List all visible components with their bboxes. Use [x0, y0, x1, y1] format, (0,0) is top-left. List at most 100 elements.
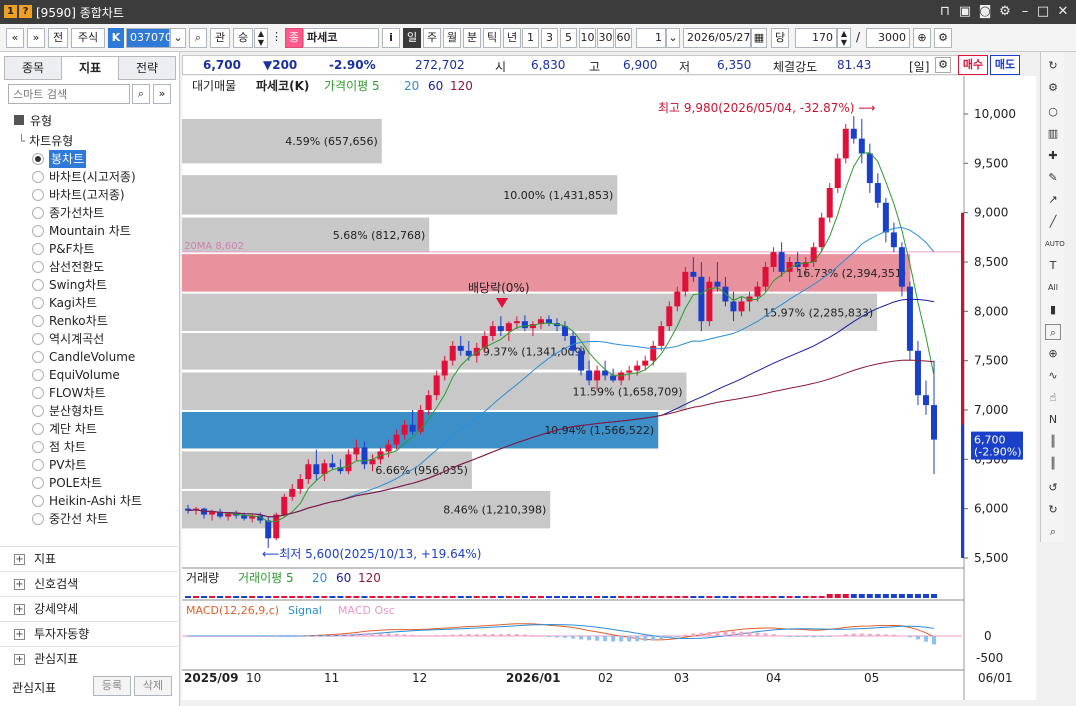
crosshair-icon[interactable]: ✚	[1045, 148, 1061, 164]
radio-button[interactable]	[32, 387, 44, 399]
tab-stock[interactable]: 종목	[4, 56, 62, 80]
period-tick[interactable]: 틱	[483, 28, 501, 48]
prev-button[interactable]: 전	[48, 28, 68, 48]
search-icon[interactable]: ⌕	[189, 28, 207, 48]
interval-1[interactable]: 1	[522, 28, 539, 48]
n-icon[interactable]: Ν	[1045, 412, 1061, 428]
section-strength[interactable]: + 강세약세	[0, 596, 178, 621]
interval-5[interactable]: 5	[560, 28, 577, 48]
radio-button[interactable]	[32, 513, 44, 525]
radio-button[interactable]	[32, 477, 44, 489]
calendar-icon[interactable]: ▦	[751, 28, 767, 48]
count-stepper[interactable]: ▲ ▼	[837, 28, 851, 48]
radio-button[interactable]	[32, 351, 44, 363]
radio-button[interactable]	[32, 189, 44, 201]
smart-search-input[interactable]	[8, 84, 130, 104]
radio-button[interactable]	[32, 459, 44, 471]
radio-button[interactable]	[32, 423, 44, 435]
radio-button[interactable]	[32, 225, 44, 237]
help-icon[interactable]: ?	[19, 5, 32, 18]
chart-type-header[interactable]: └ 차트유형	[18, 132, 73, 149]
chart-line-icon[interactable]: ∿	[1045, 368, 1061, 384]
radio-button[interactable]	[32, 171, 44, 183]
zoom-in-icon[interactable]: ⊕	[913, 28, 931, 48]
gear-icon[interactable]: ⚙	[1045, 80, 1061, 96]
radio-button[interactable]	[32, 297, 44, 309]
refresh-icon[interactable]: ↻	[1045, 58, 1061, 74]
interval-60[interactable]: 60	[615, 28, 632, 48]
period-month[interactable]: 월	[443, 28, 461, 48]
more-icon[interactable]: ⋮	[271, 28, 282, 48]
radio-button[interactable]	[32, 153, 44, 165]
all-icon[interactable]: All	[1045, 280, 1061, 296]
radio-button[interactable]	[32, 261, 44, 273]
camera-icon[interactable]: ◙	[976, 3, 994, 21]
tab-indicator[interactable]: 지표	[61, 56, 119, 80]
radio-button[interactable]	[32, 279, 44, 291]
infobar-settings-icon[interactable]: ⚙	[935, 57, 951, 73]
radio-button[interactable]	[32, 495, 44, 507]
circle-icon[interactable]: ○	[1045, 104, 1061, 120]
toolbar-settings-icon[interactable]: ⚙	[934, 28, 952, 48]
radio-button[interactable]	[32, 333, 44, 345]
section-indicator[interactable]: + 지표	[0, 546, 178, 571]
register-button[interactable]: 등록	[93, 676, 131, 696]
maximize-icon[interactable]: □	[1034, 3, 1052, 21]
zoom-icon[interactable]: ⌕	[1045, 324, 1061, 340]
search-zoom-icon[interactable]: ⌕	[1045, 524, 1061, 540]
sang-button[interactable]: 승	[233, 28, 253, 48]
minimize-icon[interactable]: –	[1016, 3, 1034, 21]
updown-stepper[interactable]: ▲ ▼	[254, 28, 268, 48]
undo-icon[interactable]: ↺	[1045, 480, 1061, 496]
type-header[interactable]: 유형	[14, 112, 52, 130]
close-icon[interactable]: ✕	[1054, 3, 1072, 21]
radio-button[interactable]	[32, 243, 44, 255]
bars2-icon[interactable]: ║	[1045, 456, 1061, 472]
interval-10[interactable]: 10	[579, 28, 596, 48]
interval-dropdown-icon[interactable]: ⌄	[666, 28, 680, 48]
interval-input[interactable]: 1	[636, 28, 666, 48]
radio-button[interactable]	[32, 207, 44, 219]
ray-icon[interactable]: ↗	[1045, 192, 1061, 208]
market-select[interactable]: 주식	[71, 28, 105, 48]
interval-30[interactable]: 30	[597, 28, 614, 48]
gwan-button[interactable]: 관	[210, 28, 230, 48]
section-favorite[interactable]: + 관심지표	[0, 646, 178, 671]
pen-icon[interactable]: ✎	[1045, 170, 1061, 186]
text-icon[interactable]: T	[1045, 258, 1061, 274]
period-week[interactable]: 주	[423, 28, 441, 48]
radio-button[interactable]	[32, 405, 44, 417]
dang-button[interactable]: 당	[771, 28, 789, 48]
zoom-plus-icon[interactable]: ⊕	[1045, 346, 1061, 362]
chart-area[interactable]: 대기매물 파세코(K) 가격이평 5 20 60 120 10,000 9,500 9,000 8…	[182, 76, 1036, 700]
period-year[interactable]: 년	[503, 28, 521, 48]
radio-button[interactable]	[32, 315, 44, 327]
section-signal[interactable]: + 신호검색	[0, 571, 178, 596]
redo-icon[interactable]: ↻	[1045, 502, 1061, 518]
stock-name-field[interactable]: 파세코	[303, 28, 379, 48]
sell-button[interactable]: 매도	[990, 55, 1020, 75]
save-icon[interactable]: ▣	[956, 3, 974, 21]
count-input[interactable]: 170	[795, 28, 837, 48]
nav-prev-button[interactable]: «	[6, 28, 24, 48]
chart-svg[interactable]: 대기매물 파세코(K) 가격이평 5 20 60 12010,0009,5009,0008…	[182, 76, 1036, 700]
panel-search-icon[interactable]: ⌕	[132, 84, 150, 104]
candle-icon[interactable]: ▮	[1045, 302, 1061, 318]
period-day[interactable]: 일	[403, 28, 421, 48]
hand-icon[interactable]: ☝	[1045, 390, 1061, 406]
line-icon[interactable]: ╱	[1045, 214, 1061, 230]
delete-button[interactable]: 삭제	[134, 676, 172, 696]
period-minute[interactable]: 분	[463, 28, 481, 48]
buy-button[interactable]: 매수	[958, 55, 988, 75]
pin-icon[interactable]: ⊓	[936, 3, 954, 21]
total-input[interactable]: 3000	[866, 28, 910, 48]
tab-strategy[interactable]: 전략	[118, 56, 176, 80]
auto-line-icon[interactable]: AUTO	[1045, 236, 1065, 252]
nav-next-button[interactable]: »	[27, 28, 45, 48]
bars-icon[interactable]: ║	[1045, 434, 1061, 450]
radio-button[interactable]	[32, 369, 44, 381]
stock-code-input[interactable]: 037070	[126, 28, 172, 48]
date-input[interactable]: 2026/05/27	[683, 28, 751, 48]
info-button[interactable]: i	[382, 28, 400, 48]
panel-collapse-icon[interactable]: »	[153, 84, 171, 104]
